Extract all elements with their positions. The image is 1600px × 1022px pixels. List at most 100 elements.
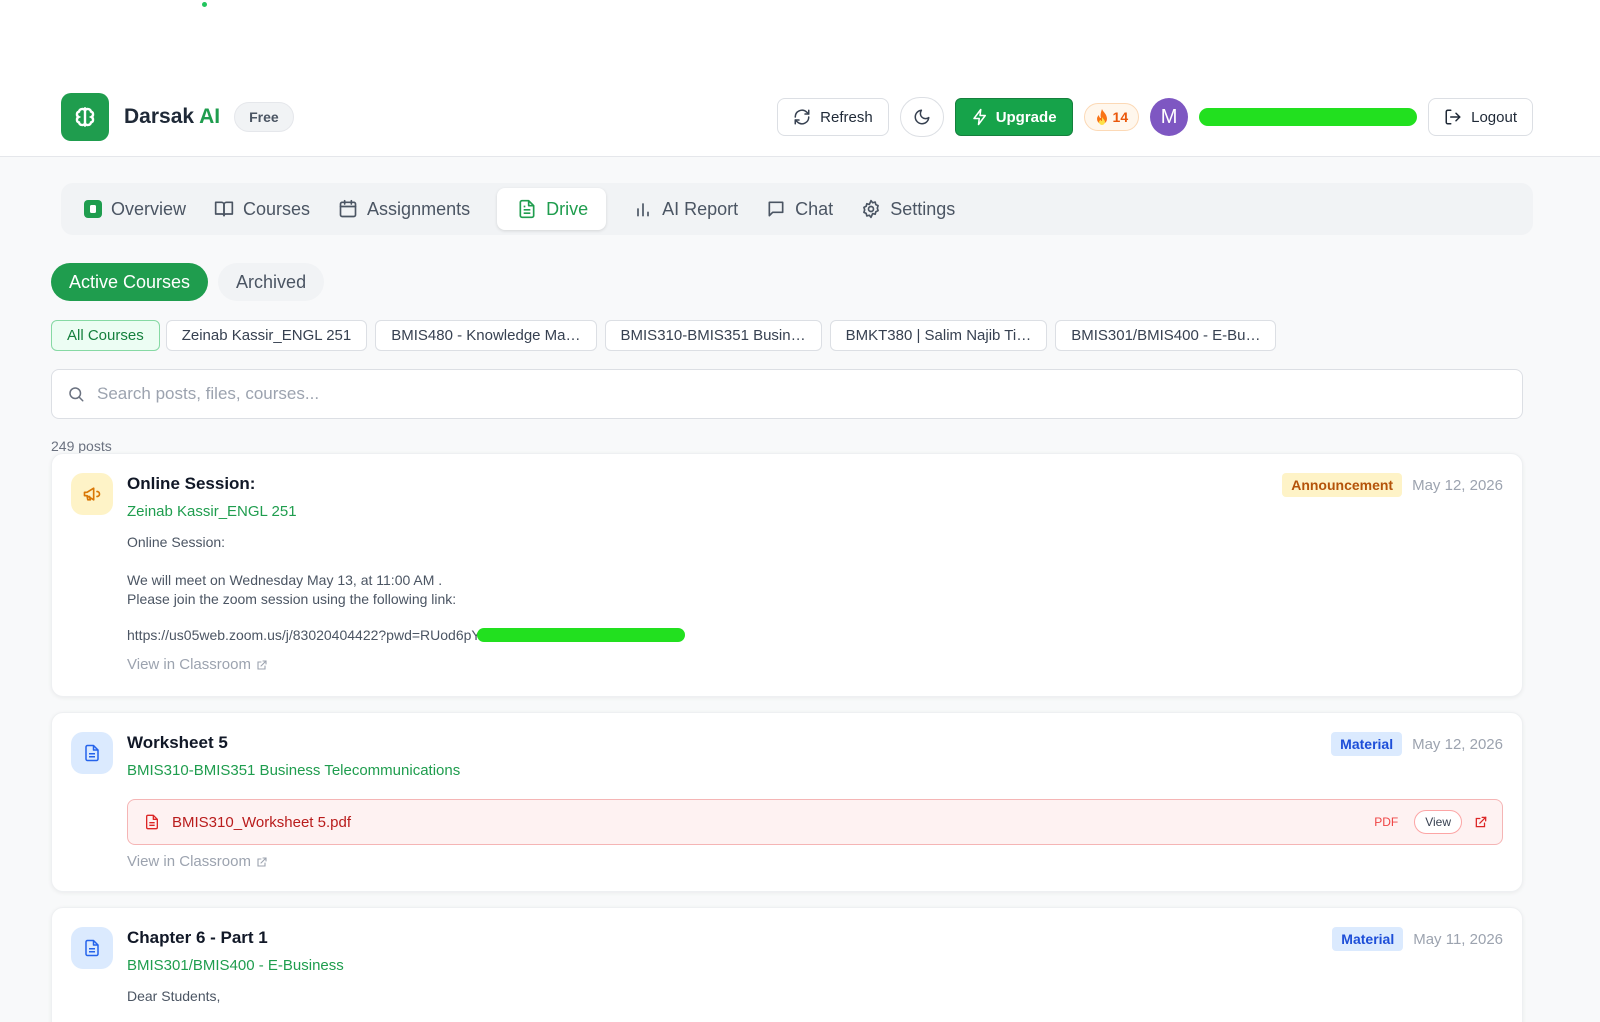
refresh-button[interactable]: Refresh — [777, 98, 889, 136]
chip-course[interactable]: BMIS480 - Knowledge Ma… — [375, 320, 597, 351]
avatar[interactable]: M — [1150, 98, 1189, 136]
bar-chart-icon — [637, 203, 649, 217]
post-link[interactable]: https://us05web.zoom.us/j/83020404422?pw… — [127, 627, 685, 643]
logout-label: Logout — [1471, 108, 1517, 126]
overview-icon — [84, 200, 102, 218]
megaphone-icon — [83, 487, 101, 501]
app-name: Darsak — [124, 105, 195, 128]
tab-label: Chat — [795, 198, 834, 219]
logout-button[interactable]: Logout — [1428, 98, 1533, 136]
post-course[interactable]: BMIS301/BMIS400 - E-Business — [127, 957, 344, 974]
search-bar — [51, 369, 1523, 419]
posts-count: 249 posts — [51, 438, 112, 454]
tab-settings[interactable]: Settings — [850, 188, 966, 230]
view-in-classroom-link[interactable]: View in Classroom — [127, 656, 268, 673]
main-nav: Overview Courses Assignments Drive AI Re… — [61, 183, 1533, 235]
app-title: Darsak AI — [124, 105, 220, 129]
post-body-line: Online Session: — [127, 534, 226, 550]
app-header: Darsak AI Free Refresh Upgrade 14 M Logo… — [61, 93, 1533, 141]
upgrade-button[interactable]: Upgrade — [954, 98, 1073, 136]
post-meta: Announcement May 12, 2026 — [1282, 473, 1503, 497]
chat-icon — [768, 201, 784, 217]
post-meta: Material May 11, 2026 — [1332, 927, 1503, 951]
chip-all-courses[interactable]: All Courses — [51, 320, 160, 351]
pdf-file-icon — [146, 814, 158, 830]
book-icon — [214, 201, 234, 217]
post-date: May 11, 2026 — [1413, 930, 1503, 948]
view-file-button[interactable]: View — [1414, 810, 1462, 834]
announcement-icon-box — [71, 473, 113, 515]
brain-icon — [75, 107, 95, 127]
tab-chat[interactable]: Chat — [755, 188, 844, 230]
search-input[interactable] — [97, 384, 1522, 404]
chip-course[interactable]: BMKT380 | Salim Najib Ti… — [829, 320, 1048, 351]
external-link-icon — [257, 856, 267, 867]
post-title[interactable]: Worksheet 5 — [127, 733, 228, 753]
app-logo[interactable] — [61, 93, 109, 141]
redacted-link-part — [476, 628, 685, 642]
indicator-dot — [202, 2, 207, 7]
tab-label: Assignments — [367, 198, 471, 219]
tab-ai-report[interactable]: AI Report — [622, 188, 749, 230]
gear-icon — [863, 199, 880, 219]
post-body-line: Dear Students, — [127, 988, 221, 1004]
type-badge: Announcement — [1282, 473, 1403, 497]
redacted-username — [1199, 108, 1418, 126]
header-actions: Refresh Upgrade 14 M Logout — [777, 97, 1533, 137]
material-icon-box — [71, 732, 113, 774]
archived-button[interactable]: Archived — [218, 263, 325, 301]
file-icon — [519, 199, 535, 219]
tab-label: AI Report — [662, 198, 739, 219]
search-icon — [69, 387, 84, 402]
streak-badge: 14 — [1083, 103, 1140, 131]
chip-course[interactable]: BMIS301/BMIS400 - E-Bu… — [1055, 320, 1277, 351]
refresh-icon — [794, 109, 810, 125]
plan-badge: Free — [234, 102, 294, 132]
post-card: Worksheet 5 BMIS310-BMIS351 Business Tel… — [51, 712, 1523, 892]
file-name[interactable]: BMIS310_Worksheet 5.pdf — [172, 814, 1374, 831]
post-title[interactable]: Chapter 6 - Part 1 — [127, 928, 268, 948]
tab-label: Settings — [890, 198, 956, 219]
zoom-link[interactable]: https://us05web.zoom.us/j/83020404422?pw… — [127, 627, 481, 643]
post-date: May 12, 2026 — [1412, 735, 1503, 753]
document-icon — [85, 939, 99, 957]
post-course[interactable]: Zeinab Kassir_ENGL 251 — [127, 503, 297, 520]
active-courses-button[interactable]: Active Courses — [51, 263, 209, 301]
post-course[interactable]: BMIS310-BMIS351 Business Telecommunicati… — [127, 762, 460, 779]
file-attachment[interactable]: BMIS310_Worksheet 5.pdf PDF View — [127, 799, 1503, 845]
tab-assignments[interactable]: Assignments — [327, 188, 481, 230]
flame-icon — [1096, 109, 1107, 125]
external-link-icon[interactable] — [1474, 815, 1488, 829]
chip-course[interactable]: Zeinab Kassir_ENGL 251 — [165, 320, 368, 351]
post-date: May 12, 2026 — [1412, 476, 1503, 494]
post-body-line: Please join the zoom session using the f… — [127, 591, 457, 607]
logout-icon — [1445, 109, 1461, 125]
view-in-classroom-label: View in Classroom — [127, 853, 251, 870]
post-card: Chapter 6 - Part 1 BMIS301/BMIS400 - E-B… — [51, 907, 1523, 1022]
tab-courses[interactable]: Courses — [203, 188, 321, 230]
course-filter-chips: All Courses Zeinab Kassir_ENGL 251 BMIS4… — [51, 320, 1277, 351]
tab-drive[interactable]: Drive — [497, 188, 607, 230]
material-icon-box — [71, 927, 113, 969]
upgrade-label: Upgrade — [995, 108, 1057, 126]
tab-label: Courses — [243, 198, 311, 219]
external-link-icon — [257, 659, 267, 670]
chip-course[interactable]: BMIS310-BMIS351 Busin… — [604, 320, 822, 351]
tab-label: Overview — [111, 198, 187, 219]
calendar-icon — [339, 199, 357, 218]
post-card: Online Session: Zeinab Kassir_ENGL 251 A… — [51, 453, 1523, 697]
type-badge: Material — [1332, 927, 1404, 951]
document-icon — [85, 744, 99, 762]
tab-overview[interactable]: Overview — [73, 188, 197, 230]
type-badge: Material — [1331, 732, 1403, 756]
moon-icon — [914, 109, 930, 125]
course-status-toggle: Active Courses Archived — [51, 263, 325, 301]
post-body-line: We will meet on Wednesday May 13, at 11:… — [127, 572, 443, 588]
post-title[interactable]: Online Session: — [127, 474, 255, 494]
tab-label: Drive — [546, 198, 589, 219]
app-name-accent: AI — [199, 105, 221, 128]
theme-toggle-button[interactable] — [899, 97, 944, 137]
streak-count: 14 — [1112, 109, 1129, 125]
post-meta: Material May 12, 2026 — [1331, 732, 1503, 756]
view-in-classroom-link[interactable]: View in Classroom — [127, 853, 268, 870]
